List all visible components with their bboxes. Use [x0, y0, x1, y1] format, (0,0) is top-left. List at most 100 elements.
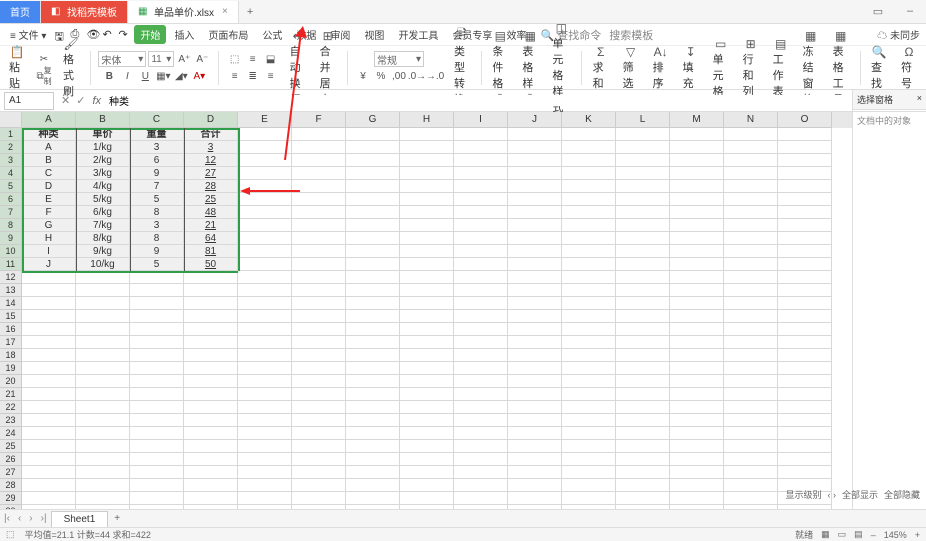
formula-input[interactable] [105, 95, 926, 106]
cell[interactable] [508, 245, 562, 258]
minimize-icon[interactable]: – [894, 5, 926, 18]
cell[interactable] [616, 128, 670, 141]
cell[interactable] [292, 479, 346, 492]
cell[interactable] [454, 401, 508, 414]
cell[interactable] [670, 401, 724, 414]
cell[interactable] [346, 453, 400, 466]
cell[interactable] [724, 232, 778, 245]
cell[interactable] [22, 362, 76, 375]
cell[interactable] [238, 154, 292, 167]
cell[interactable] [724, 466, 778, 479]
row-header[interactable]: 12 [0, 271, 22, 284]
cell[interactable] [508, 362, 562, 375]
cell[interactable] [670, 219, 724, 232]
cell[interactable] [400, 310, 454, 323]
number-format-select[interactable]: 常规▾ [374, 51, 424, 67]
cell[interactable] [508, 128, 562, 141]
cell[interactable] [22, 427, 76, 440]
cell[interactable] [346, 349, 400, 362]
cell[interactable] [346, 219, 400, 232]
cell[interactable] [670, 284, 724, 297]
cell[interactable] [454, 453, 508, 466]
rowcol-button[interactable]: ⊞行和列 [740, 36, 762, 100]
cell[interactable] [778, 284, 832, 297]
cell[interactable] [454, 375, 508, 388]
cell[interactable]: H [22, 232, 76, 245]
cell[interactable] [670, 388, 724, 401]
cell[interactable] [778, 271, 832, 284]
cell[interactable] [454, 258, 508, 271]
font-size-select[interactable]: 11▾ [148, 51, 174, 67]
cell[interactable] [508, 284, 562, 297]
cell[interactable] [454, 310, 508, 323]
cell[interactable]: 单价 [76, 128, 130, 141]
row-header[interactable]: 13 [0, 284, 22, 297]
cell[interactable] [346, 154, 400, 167]
cell[interactable] [670, 206, 724, 219]
cell[interactable] [184, 297, 238, 310]
cell[interactable] [292, 323, 346, 336]
cell[interactable]: 6 [130, 154, 184, 167]
cell[interactable]: 9/kg [76, 245, 130, 258]
cell[interactable] [616, 362, 670, 375]
find-button[interactable]: 🔍查找 [868, 44, 890, 92]
col-header[interactable]: O [778, 112, 832, 128]
cell[interactable] [130, 362, 184, 375]
cell[interactable] [454, 323, 508, 336]
cell[interactable] [238, 336, 292, 349]
cell[interactable] [346, 167, 400, 180]
filter-button[interactable]: ▽筛选 [620, 44, 642, 92]
cell[interactable] [238, 479, 292, 492]
cell[interactable] [616, 245, 670, 258]
cell[interactable] [508, 271, 562, 284]
cell[interactable] [184, 375, 238, 388]
cell[interactable] [454, 349, 508, 362]
name-box[interactable]: A1 [4, 92, 54, 110]
cell[interactable] [562, 401, 616, 414]
cell[interactable] [130, 427, 184, 440]
col-header[interactable]: C [130, 112, 184, 128]
cell[interactable] [184, 336, 238, 349]
cell[interactable] [130, 414, 184, 427]
align-center-icon[interactable]: ≣ [245, 68, 261, 84]
cell[interactable] [130, 479, 184, 492]
cell[interactable] [616, 141, 670, 154]
cell[interactable] [76, 440, 130, 453]
cell[interactable] [238, 180, 292, 193]
cell[interactable] [670, 128, 724, 141]
cell[interactable] [616, 232, 670, 245]
cell[interactable] [400, 297, 454, 310]
cell[interactable] [346, 245, 400, 258]
comma-icon[interactable]: ,00 [391, 68, 407, 84]
row-header[interactable]: 6 [0, 193, 22, 206]
cell[interactable] [616, 492, 670, 505]
cell[interactable] [670, 245, 724, 258]
cell[interactable] [76, 466, 130, 479]
cell[interactable] [562, 206, 616, 219]
cell[interactable] [778, 141, 832, 154]
select-all-corner[interactable] [0, 112, 22, 128]
cell[interactable] [76, 310, 130, 323]
cell[interactable] [724, 310, 778, 323]
cell[interactable] [724, 492, 778, 505]
cell[interactable] [670, 492, 724, 505]
sum-button[interactable]: Σ求和 [590, 44, 612, 92]
row-header[interactable]: 5 [0, 180, 22, 193]
cell[interactable] [724, 180, 778, 193]
cell[interactable] [508, 206, 562, 219]
cell[interactable]: 8 [130, 232, 184, 245]
col-header[interactable]: L [616, 112, 670, 128]
cell[interactable] [238, 141, 292, 154]
border-button[interactable]: ▦▾ [155, 68, 171, 84]
cell[interactable] [562, 453, 616, 466]
cell[interactable] [778, 453, 832, 466]
cell[interactable] [76, 336, 130, 349]
cell[interactable] [454, 141, 508, 154]
cell[interactable] [778, 219, 832, 232]
cell[interactable] [292, 154, 346, 167]
fill-color-button[interactable]: ◢▾ [173, 68, 189, 84]
close-icon[interactable]: × [917, 93, 922, 106]
cell[interactable] [400, 284, 454, 297]
cell[interactable]: 9 [130, 245, 184, 258]
cell[interactable] [724, 479, 778, 492]
